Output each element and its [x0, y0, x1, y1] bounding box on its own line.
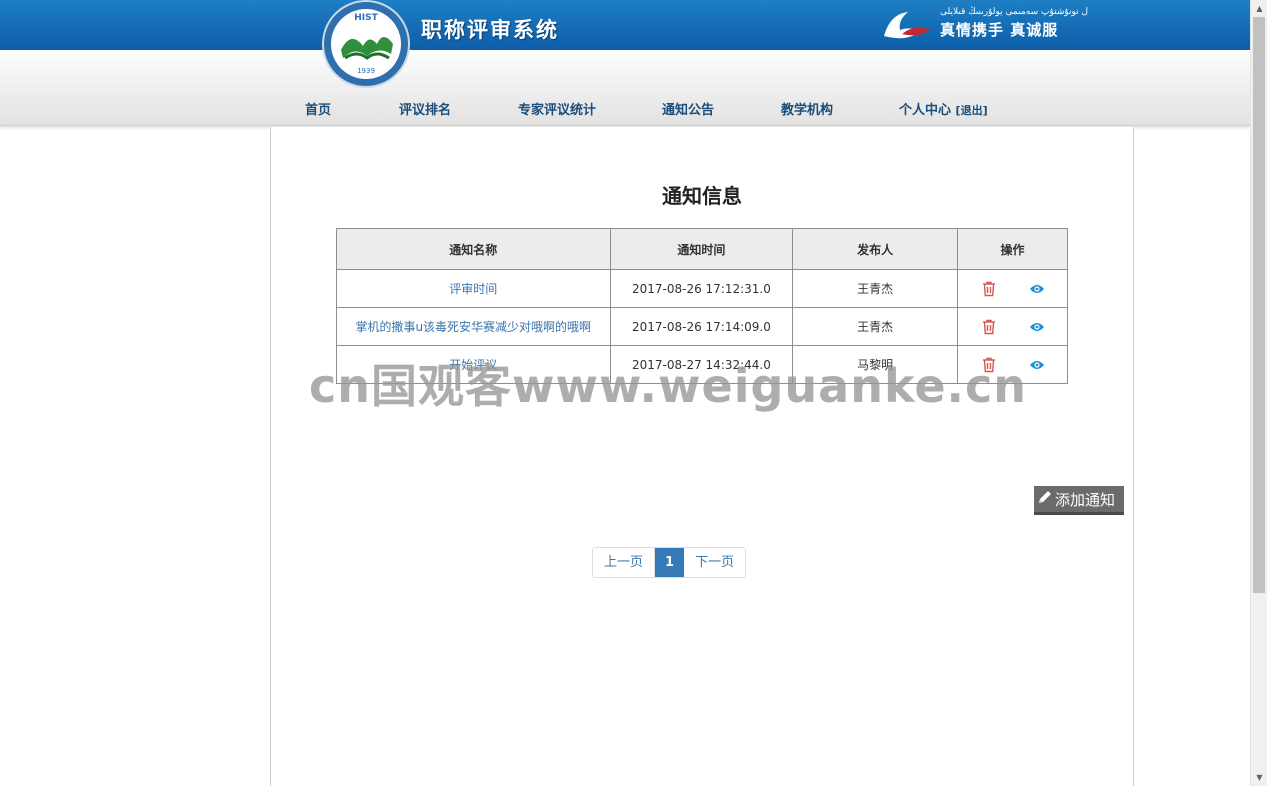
pager-prev[interactable]: 上一页	[593, 548, 656, 577]
add-notice-label: 添加通知	[1055, 490, 1116, 509]
notice-publisher: 王青杰	[792, 269, 959, 308]
logout-link[interactable]: [退出]	[956, 104, 988, 117]
notice-title-link[interactable]: 掌机的撒事u该毒死安华赛减少对哦啊的哦啊	[355, 320, 591, 334]
slogan-script: ل تونۇشتۇپ سەمىمى يولۇرىنىڭ قىلايلى	[940, 7, 1089, 17]
logo-text: HIST	[354, 13, 378, 23]
school-logo: HIST 1939	[311, 0, 421, 88]
scroll-up-arrow-icon[interactable]: ▲	[1251, 0, 1267, 17]
notice-publisher: 马黎明	[792, 345, 959, 384]
scroll-down-arrow-icon[interactable]: ▼	[1251, 769, 1267, 786]
pagination: 上一页 1 下一页	[592, 547, 747, 578]
system-title: 职称评审系统	[421, 18, 559, 42]
pager-current-page[interactable]: 1	[655, 548, 685, 577]
notice-title-link[interactable]: 评审时间	[449, 282, 497, 296]
notice-table: 通知名称 通知时间 发布人 操作 评审时间 2017-08-26 17:12:3…	[336, 228, 1068, 384]
notice-publisher: 王青杰	[792, 307, 959, 346]
notice-time: 2017-08-26 17:14:09.0	[609, 307, 794, 346]
nav-departments[interactable]: 教学机构	[781, 99, 833, 118]
nav-home[interactable]: 首页	[305, 99, 331, 118]
slogan-text: 真情携手 真诚服	[940, 21, 1059, 39]
vertical-scrollbar[interactable]: ▲ ▼	[1250, 0, 1267, 786]
notice-time: 2017-08-27 14:32:44.0	[609, 345, 794, 384]
add-notice-button[interactable]: 添加通知	[1034, 486, 1124, 515]
nav-expert-stats[interactable]: 专家评议统计	[518, 99, 596, 118]
table-row: 评审时间 2017-08-26 17:12:31.0 王青杰	[336, 269, 1068, 308]
trash-icon[interactable]	[980, 318, 998, 336]
eye-icon[interactable]	[1028, 280, 1046, 298]
trash-icon[interactable]	[980, 280, 998, 298]
col-header-name: 通知名称	[336, 228, 611, 270]
pencil-icon	[1037, 489, 1053, 509]
main-nav: 首页 评议排名 专家评议统计 通知公告 教学机构 个人中心 [退出]	[0, 99, 1250, 118]
col-header-time: 通知时间	[609, 228, 794, 270]
nav-ranking[interactable]: 评议排名	[399, 99, 451, 118]
trash-icon[interactable]	[980, 356, 998, 374]
table-row: 开始评议 2017-08-27 14:32:44.0 马黎明	[336, 345, 1068, 384]
notice-title-link[interactable]: 开始评议	[449, 358, 497, 372]
nav-notices[interactable]: 通知公告	[662, 99, 714, 118]
table-row: 掌机的撒事u该毒死安华赛减少对哦啊的哦啊 2017-08-26 17:14:09…	[336, 307, 1068, 346]
pager-next[interactable]: 下一页	[684, 548, 746, 577]
eye-icon[interactable]	[1028, 318, 1046, 336]
nav-personal-center[interactable]: 个人中心 [退出]	[899, 99, 988, 118]
table-header-row: 通知名称 通知时间 发布人 操作	[336, 228, 1068, 270]
eye-icon[interactable]	[1028, 356, 1046, 374]
col-header-actions: 操作	[957, 228, 1068, 270]
logo-year: 1939	[357, 67, 375, 75]
notice-time: 2017-08-26 17:12:31.0	[609, 269, 794, 308]
page-title: 通知信息	[662, 184, 742, 208]
content-frame	[270, 127, 1134, 786]
col-header-publisher: 发布人	[792, 228, 959, 270]
nav-personal-center-label[interactable]: 个人中心	[899, 103, 951, 118]
viewport: HIST 1939 职称评审系统 ل تونۇشتۇپ سەمىمى يولۇر…	[0, 0, 1250, 786]
scrollbar-thumb[interactable]	[1253, 17, 1265, 593]
